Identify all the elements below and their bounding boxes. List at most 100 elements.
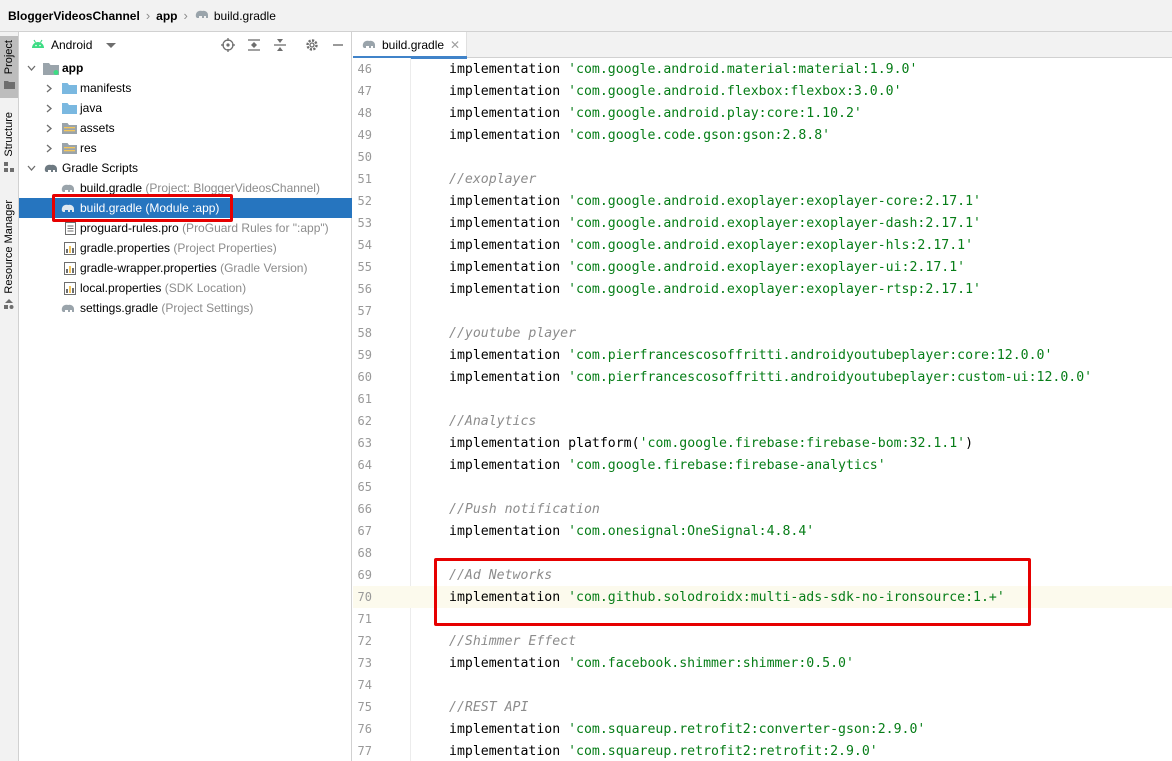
tree-item-module-build-gradle[interactable]: build.gradle (Module :app) [19,198,352,218]
code-line[interactable]: 48 implementation 'com.google.android.pla… [353,102,1172,124]
tree-item-gradle-properties[interactable]: gradle.properties (Project Properties) [19,238,352,258]
properties-file-icon [62,280,78,296]
code-line[interactable]: 50 [353,146,1172,168]
structure-tool-button[interactable]: Structure [0,112,18,178]
code-token-kw: implementation [449,237,569,253]
code-line[interactable]: 74 [353,674,1172,696]
breadcrumb-module[interactable]: app [156,9,177,23]
code-line[interactable]: 54 implementation 'com.google.android.exo… [353,234,1172,256]
close-icon[interactable]: ✕ [450,38,460,52]
code-token-comment: //Analytics [449,413,537,429]
line-number: 67 [357,524,372,538]
code-line[interactable]: 67 implementation 'com.onesignal:OneSigna… [353,520,1172,542]
locate-icon[interactable] [220,37,236,53]
code-line[interactable]: 64 implementation 'com.google.firebase:fi… [353,454,1172,476]
code-line[interactable]: 73 implementation 'com.facebook.shimmer:s… [353,652,1172,674]
code-line[interactable]: 57 [353,300,1172,322]
chevron-right-icon[interactable] [44,143,54,153]
breadcrumb-project[interactable]: BloggerVideosChannel [8,9,140,23]
code-text: //youtube player [449,326,576,341]
code-line[interactable]: 46 implementation 'com.google.android.mat… [353,58,1172,80]
code-line[interactable]: 62 //Analytics [353,410,1172,432]
code-line[interactable]: 51 //exoplayer [353,168,1172,190]
code-token-str: 'com.google.android.material:material:1.… [568,61,918,77]
line-number: 74 [357,678,372,692]
tree-item-label: assets [80,121,115,135]
code-token-str: 'com.google.firebase:firebase-bom:32.1.1… [639,435,966,451]
chevron-right-icon[interactable] [44,103,54,113]
tree-item-java[interactable]: java [19,98,352,118]
gradle-elephant-icon [60,180,76,196]
code-text: //Shimmer Effect [449,634,576,649]
code-line[interactable]: 72 //Shimmer Effect [353,630,1172,652]
tree-item-gradle-scripts[interactable]: Gradle Scripts [19,158,352,178]
code-line[interactable]: 70 implementation 'com.github.solodroidx:… [353,586,1172,608]
gradle-elephant-icon [60,200,76,216]
line-number: 60 [357,370,372,384]
code-line[interactable]: 71 [353,608,1172,630]
breadcrumb-separator-icon: › [183,8,188,23]
resource-folder-icon [61,120,77,136]
resource-manager-icon [4,298,14,312]
tree-item-settings-gradle[interactable]: settings.gradle (Project Settings) [19,298,352,318]
chevron-down-icon[interactable] [26,163,36,173]
editor-tab-bar: build.gradle ✕ [353,32,1172,59]
breadcrumb-file[interactable]: build.gradle [194,8,276,23]
code-line[interactable]: 66 //Push notification [353,498,1172,520]
line-number: 46 [357,62,372,76]
project-view-selector[interactable]: Android [31,34,117,56]
code-token-kw: implementation [449,347,569,363]
code-token-str: 'com.squareup.retrofit2:converter-gson:2… [568,721,926,737]
tree-item-assets[interactable]: assets [19,118,352,138]
code-token-str: 'com.facebook.shimmer:shimmer:0.5.0' [568,655,854,671]
code-editor[interactable]: 46 implementation 'com.google.android.mat… [353,58,1172,761]
line-number: 59 [357,348,372,362]
code-token-str: 'com.google.android.exoplayer:exoplayer-… [568,237,974,253]
code-line[interactable]: 75 //REST API [353,696,1172,718]
tree-item-proguard-rules[interactable]: proguard-rules.pro (ProGuard Rules for "… [19,218,352,238]
tree-item-label: java [80,101,103,115]
tree-item-project-build-gradle[interactable]: build.gradle (Project: BloggerVideosChan… [19,178,352,198]
folder-icon [61,100,77,116]
code-text: //REST API [449,700,528,715]
code-line[interactable]: 47 implementation 'com.google.android.fle… [353,80,1172,102]
tab-build-gradle[interactable]: build.gradle ✕ [353,32,467,59]
code-token-str: 'com.pierfrancescosoffritti.androidyoutu… [568,369,1093,385]
code-line[interactable]: 76 implementation 'com.squareup.retrofit2… [353,718,1172,740]
tree-item-local-properties[interactable]: local.properties (SDK Location) [19,278,352,298]
code-line[interactable]: 68 [353,542,1172,564]
code-line[interactable]: 49 implementation 'com.google.code.gson:g… [353,124,1172,146]
resource-manager-tool-button[interactable]: Resource Manager [0,200,18,314]
code-token-str: 'com.squareup.retrofit2:retrofit:2.9.0' [568,743,878,759]
chevron-right-icon[interactable] [44,83,54,93]
code-line[interactable]: 60 implementation 'com.pierfrancescosoffr… [353,366,1172,388]
tree-item-label: local.properties [80,281,162,295]
code-line[interactable]: 53 implementation 'com.google.android.exo… [353,212,1172,234]
code-token-str: 'com.google.firebase:firebase-analytics' [568,457,886,473]
gear-icon[interactable] [304,37,320,53]
code-line[interactable]: 63 implementation platform('com.google.fi… [353,432,1172,454]
tree-item-app[interactable]: app [19,58,352,78]
expand-all-icon[interactable] [246,37,262,53]
code-line[interactable]: 69 //Ad Networks [353,564,1172,586]
tree-item-res[interactable]: res [19,138,352,158]
code-line[interactable]: 58 //youtube player [353,322,1172,344]
code-token-str: 'com.google.android.exoplayer:exoplayer-… [568,281,981,297]
code-line[interactable]: 77 implementation 'com.squareup.retrofit2… [353,740,1172,761]
code-token-kw: implementation [449,105,569,121]
code-line[interactable]: 52 implementation 'com.google.android.exo… [353,190,1172,212]
chevron-right-icon[interactable] [44,123,54,133]
collapse-all-icon[interactable] [272,37,288,53]
tree-item-manifests[interactable]: manifests [19,78,352,98]
tree-item-gradle-wrapper-properties[interactable]: gradle-wrapper.properties (Gradle Versio… [19,258,352,278]
code-line[interactable]: 61 [353,388,1172,410]
code-line[interactable]: 65 [353,476,1172,498]
code-line[interactable]: 56 implementation 'com.google.android.exo… [353,278,1172,300]
line-number: 71 [357,612,372,626]
minimize-icon[interactable] [330,37,346,53]
android-icon [31,38,45,52]
project-tool-button[interactable]: Project [0,36,18,98]
code-line[interactable]: 55 implementation 'com.google.android.exo… [353,256,1172,278]
code-line[interactable]: 59 implementation 'com.pierfrancescosoffr… [353,344,1172,366]
chevron-down-icon[interactable] [26,63,36,73]
